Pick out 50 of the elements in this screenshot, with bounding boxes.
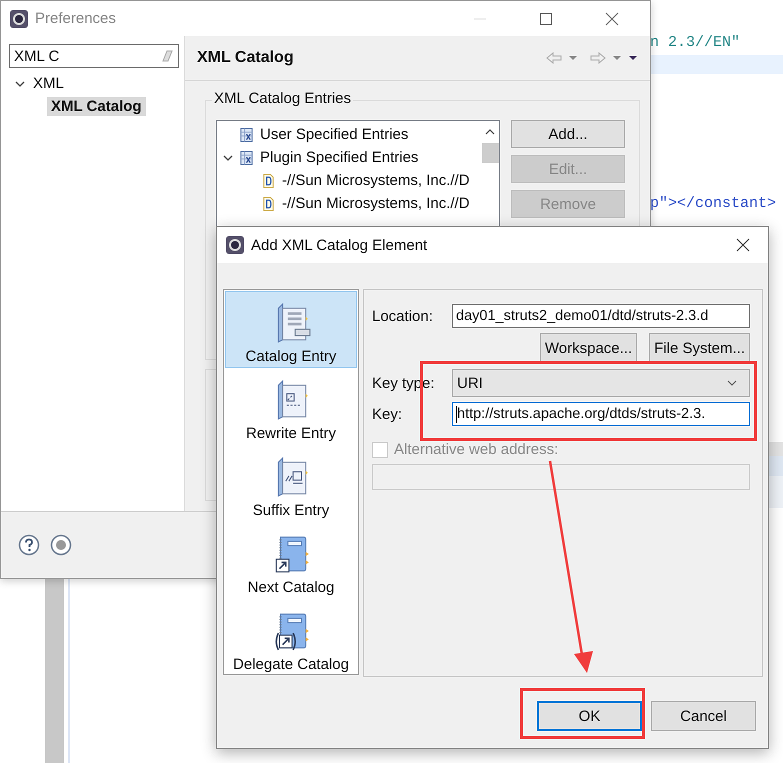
tree-item[interactable]: XML Catalog — [47, 97, 146, 116]
field-label: Key: — [372, 406, 404, 422]
group-title: XML Catalog Entries — [212, 90, 354, 107]
tree-item[interactable]: XML — [33, 75, 64, 92]
browse-button[interactable]: File System... — [649, 333, 750, 363]
type-item[interactable]: Catalog Entry — [225, 291, 357, 368]
caret-icon[interactable] — [568, 55, 578, 61]
action-button[interactable]: Add... — [511, 120, 625, 148]
gear-icon — [9, 8, 29, 28]
dialog-title: Add XML Catalog Element — [251, 236, 428, 254]
code-line: p"></constant> — [650, 195, 776, 212]
document-icon — [261, 172, 276, 188]
document-icon — [261, 196, 276, 212]
menu-icon[interactable] — [628, 55, 638, 61]
browse-button[interactable]: Workspace... — [540, 333, 638, 363]
type-item[interactable]: Next Catalog — [225, 522, 357, 599]
catalog-icon — [239, 150, 254, 166]
record-icon[interactable] — [50, 534, 72, 556]
scroll-thumb[interactable] — [482, 143, 498, 163]
list-item[interactable]: -//Sun Microsystems, Inc.//D — [282, 195, 470, 212]
close-icon[interactable] — [736, 238, 750, 252]
filter-field[interactable]: XML C — [9, 44, 179, 68]
clear-icon[interactable] — [160, 49, 174, 63]
list-item[interactable]: Plugin Specified Entries — [260, 149, 418, 166]
chevron-icon — [727, 380, 737, 386]
key-field[interactable]: http://struts.apache.org/dtds/struts-2.3. — [452, 402, 750, 426]
dialog-button[interactable]: Cancel — [651, 701, 756, 731]
type-item[interactable]: Rewrite Entry — [225, 368, 357, 445]
type-item[interactable]: Suffix Entry — [225, 445, 357, 522]
field-label: Location: — [372, 308, 434, 324]
type-item[interactable]: Delegate Catalog — [225, 599, 357, 676]
close-icon[interactable] — [605, 12, 619, 26]
list-item[interactable]: User Specified Entries — [260, 126, 408, 143]
chevron-icon[interactable] — [15, 78, 25, 88]
maximize-icon[interactable] — [539, 12, 553, 26]
checkbox-label: Alternative web address: — [394, 441, 558, 458]
code-line: n 2.3//EN" — [650, 34, 740, 51]
gear-icon — [225, 235, 245, 255]
location-field[interactable]: day01_struts2_demo01/dtd/struts-2.3.d — [452, 304, 750, 328]
caret-icon[interactable] — [612, 55, 622, 61]
chevron-icon[interactable] — [223, 152, 233, 162]
dialog-button[interactable]: OK — [537, 701, 642, 731]
window-title: Preferences — [35, 10, 116, 27]
scroll-up-icon[interactable] — [485, 129, 495, 135]
key-type-dropdown[interactable]: URI — [452, 369, 750, 397]
help-icon[interactable] — [18, 534, 40, 556]
alternative-address-field[interactable] — [372, 464, 750, 490]
list-item[interactable]: -//Sun Microsystems, Inc.//D — [282, 172, 470, 189]
page-title: XML Catalog — [197, 49, 294, 67]
catalog-icon — [239, 126, 254, 142]
